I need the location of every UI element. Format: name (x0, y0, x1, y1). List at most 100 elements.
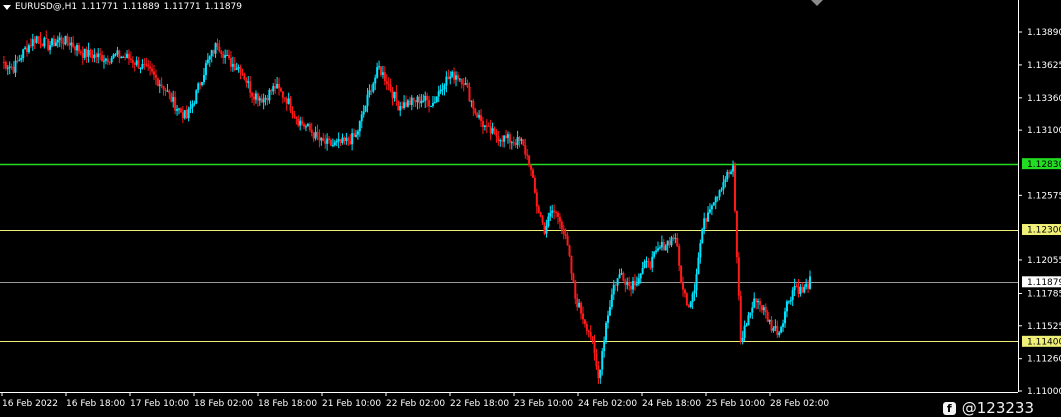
candle-body[interactable] (160, 84, 163, 87)
candle-body[interactable] (193, 103, 196, 105)
candle-body[interactable] (285, 98, 288, 104)
candle-body[interactable] (43, 37, 46, 47)
candle-body[interactable] (472, 100, 475, 109)
candle-body[interactable] (587, 330, 590, 333)
candle-body[interactable] (64, 35, 67, 45)
candle-body[interactable] (168, 90, 171, 94)
candle-body[interactable] (549, 212, 552, 217)
candle-body[interactable] (52, 38, 55, 47)
candle-body[interactable] (345, 137, 348, 142)
candle-body[interactable] (33, 39, 36, 43)
candle-body[interactable] (516, 137, 519, 146)
candle-body[interactable] (530, 165, 533, 170)
candle-body[interactable] (108, 62, 111, 64)
candle-body[interactable] (762, 307, 765, 311)
candle-body[interactable] (306, 123, 309, 127)
candle-body[interactable] (658, 247, 661, 249)
candle-body[interactable] (449, 76, 452, 79)
candle-body[interactable] (431, 102, 434, 106)
candle-body[interactable] (422, 100, 425, 102)
candle-body[interactable] (110, 57, 113, 63)
candle-body[interactable] (195, 90, 198, 104)
candle-body[interactable] (699, 243, 702, 258)
candle-body[interactable] (524, 144, 527, 155)
candle-body[interactable] (301, 120, 304, 125)
candle-body[interactable] (533, 177, 536, 193)
candle-body[interactable] (241, 72, 244, 74)
candle-body[interactable] (341, 137, 344, 143)
candle-body[interactable] (243, 73, 246, 80)
candle-body[interactable] (166, 90, 169, 92)
candle-body[interactable] (628, 282, 631, 286)
candle-body[interactable] (416, 96, 419, 103)
candle-body[interactable] (809, 276, 811, 289)
candle-body[interactable] (399, 106, 402, 111)
candle-body[interactable] (129, 58, 132, 61)
candle-body[interactable] (81, 53, 84, 58)
candle-body[interactable] (343, 137, 346, 142)
candle-body[interactable] (437, 91, 440, 97)
candle-body[interactable] (741, 337, 744, 342)
candle-body[interactable] (370, 90, 373, 92)
candle-body[interactable] (401, 106, 404, 108)
candle-body[interactable] (237, 67, 240, 69)
candle-body[interactable] (522, 139, 525, 145)
candle-body[interactable] (27, 45, 30, 53)
candle-body[interactable] (728, 171, 731, 175)
candle-body[interactable] (614, 284, 617, 286)
candle-body[interactable] (703, 218, 706, 230)
candle-body[interactable] (139, 68, 142, 70)
candle-body[interactable] (385, 81, 388, 84)
candle-body[interactable] (358, 121, 361, 132)
candle-body[interactable] (799, 286, 802, 294)
candle-body[interactable] (772, 328, 775, 331)
candle-body[interactable] (2, 61, 5, 63)
candle-body[interactable] (541, 216, 544, 223)
candle-body[interactable] (249, 81, 252, 93)
candle-body[interactable] (791, 290, 794, 300)
candle-body[interactable] (483, 125, 486, 127)
candle-body[interactable] (322, 138, 325, 141)
candle-body[interactable] (528, 155, 531, 166)
candle-body[interactable] (558, 216, 561, 222)
candle-body[interactable] (226, 55, 229, 57)
candle-body[interactable] (774, 326, 777, 329)
candle-body[interactable] (433, 101, 436, 103)
candle-body[interactable] (353, 133, 356, 137)
candle-body[interactable] (476, 113, 479, 118)
candle-body[interactable] (616, 278, 619, 286)
candle-body[interactable] (91, 55, 94, 59)
candle-body[interactable] (751, 307, 754, 313)
candle-body[interactable] (445, 76, 448, 86)
candle-body[interactable] (566, 235, 569, 246)
candle-body[interactable] (805, 283, 808, 287)
candle-body[interactable] (29, 45, 32, 47)
candle-body[interactable] (77, 45, 80, 52)
candle-body[interactable] (747, 315, 750, 326)
candle-body[interactable] (18, 59, 21, 61)
candle-body[interactable] (210, 50, 213, 57)
candle-body[interactable] (6, 67, 9, 69)
candle-body[interactable] (683, 289, 686, 294)
candle-body[interactable] (20, 58, 23, 60)
candle-body[interactable] (106, 58, 109, 63)
candle-body[interactable] (560, 221, 563, 229)
candle-body[interactable] (147, 64, 150, 67)
candle-body[interactable] (624, 280, 627, 285)
candle-body[interactable] (204, 63, 207, 75)
candle-body[interactable] (491, 128, 494, 134)
candle-body[interactable] (608, 306, 611, 316)
candle-body[interactable] (468, 86, 471, 102)
candle-body[interactable] (470, 100, 473, 102)
candle-body[interactable] (208, 56, 211, 60)
candle-body[interactable] (253, 96, 256, 100)
candle-body[interactable] (551, 210, 554, 213)
candle-body[interactable] (653, 251, 656, 257)
candle-body[interactable] (776, 326, 779, 335)
candle-body[interactable] (151, 68, 154, 72)
candle-body[interactable] (324, 140, 327, 144)
candle-body[interactable] (676, 237, 679, 247)
candle-body[interactable] (693, 290, 696, 294)
candle-body[interactable] (789, 299, 792, 302)
candle-body[interactable] (326, 138, 329, 144)
